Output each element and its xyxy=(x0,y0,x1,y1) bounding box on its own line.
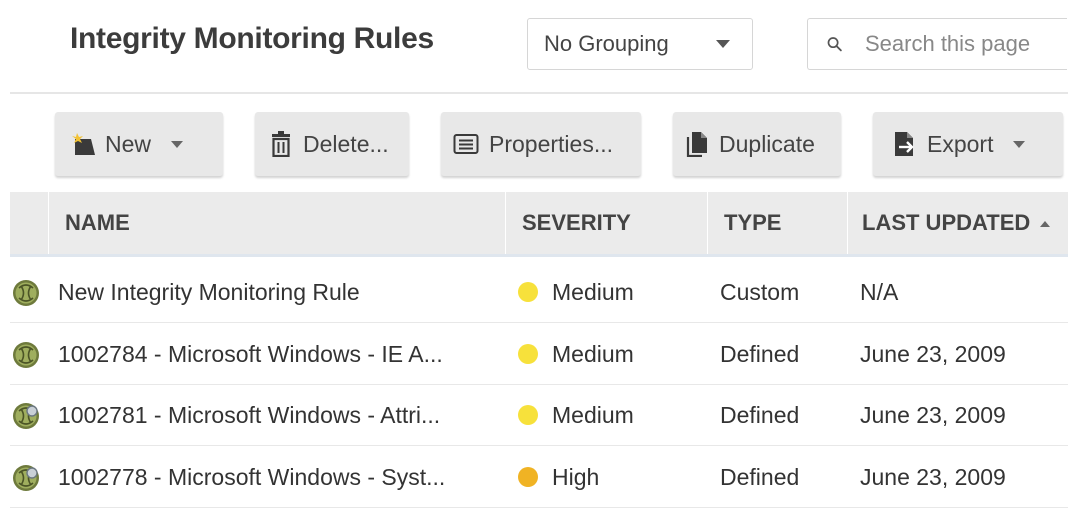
table-row[interactable]: 1002784 - Microsoft Windows - IE A... Me… xyxy=(10,324,1068,385)
last-updated: June 23, 2009 xyxy=(860,402,1006,428)
severity-label: Medium xyxy=(552,279,634,305)
grouping-dropdown[interactable]: No Grouping xyxy=(527,18,753,70)
severity-cell: Medium xyxy=(518,262,634,323)
rule-type: Defined xyxy=(720,402,800,428)
search-icon xyxy=(827,37,842,52)
properties-icon xyxy=(453,134,479,154)
column-header-select xyxy=(10,192,48,254)
last-updated: N/A xyxy=(860,279,899,305)
column-header-severity[interactable]: SEVERITY xyxy=(505,192,707,254)
severity-label: Medium xyxy=(552,402,634,428)
export-button[interactable]: Export xyxy=(873,112,1063,176)
column-header-last-updated[interactable]: LAST UPDATED xyxy=(847,192,1068,254)
severity-label: Medium xyxy=(552,340,634,367)
new-button-label: New xyxy=(105,130,152,157)
duplicate-button-label: Duplicate xyxy=(719,130,815,157)
divider xyxy=(10,92,1068,94)
rule-type: Custom xyxy=(720,279,800,305)
chevron-down-icon xyxy=(171,140,184,148)
duplicate-icon xyxy=(686,132,707,157)
page-title: Integrity Monitoring Rules xyxy=(70,22,434,55)
sort-ascending-icon xyxy=(1040,221,1051,228)
column-header-name[interactable]: NAME xyxy=(48,192,505,254)
delete-button[interactable]: Delete... xyxy=(255,112,409,176)
severity-indicator xyxy=(518,466,538,487)
severity-cell: Medium xyxy=(518,324,634,385)
severity-label: High xyxy=(552,463,600,490)
severity-cell: High xyxy=(518,447,599,508)
duplicate-button[interactable]: Duplicate xyxy=(673,112,841,176)
table-row[interactable]: 1002781 - Microsoft Windows - Attri... M… xyxy=(10,385,1068,446)
severity-cell: Medium xyxy=(518,385,634,446)
table-row[interactable]: 1002778 - Microsoft Windows - Syst... Hi… xyxy=(10,447,1068,508)
column-header-type[interactable]: TYPE xyxy=(707,192,847,254)
properties-button-label: Properties... xyxy=(489,130,613,157)
rule-type: Defined xyxy=(720,463,800,490)
rule-config-icon xyxy=(13,464,39,491)
severity-indicator xyxy=(518,343,538,364)
grouping-value: No Grouping xyxy=(544,31,669,56)
last-updated: June 23, 2009 xyxy=(860,463,1006,490)
trash-icon xyxy=(272,131,290,157)
table-header: NAME SEVERITY TYPE LAST UPDATED xyxy=(10,192,1068,257)
rule-name: 1002781 - Microsoft Windows - Attri... xyxy=(58,402,441,428)
chevron-down-icon xyxy=(1013,140,1026,148)
properties-button[interactable]: Properties... xyxy=(441,112,641,176)
rule-type: Defined xyxy=(720,340,800,367)
severity-indicator xyxy=(518,405,538,426)
table-row[interactable]: New Integrity Monitoring Rule Medium Cus… xyxy=(10,262,1068,323)
new-button[interactable]: New xyxy=(55,112,223,176)
new-rule-icon xyxy=(72,133,95,155)
rule-config-icon xyxy=(13,403,39,429)
search-box[interactable] xyxy=(807,18,1067,70)
last-updated: June 23, 2009 xyxy=(860,340,1006,367)
rule-name: New Integrity Monitoring Rule xyxy=(58,279,360,305)
export-icon xyxy=(895,132,914,156)
rule-icon xyxy=(13,280,39,306)
search-input[interactable] xyxy=(863,30,1067,58)
severity-indicator xyxy=(518,282,538,303)
rule-icon xyxy=(13,341,39,368)
export-button-label: Export xyxy=(927,130,994,157)
rule-name: 1002778 - Microsoft Windows - Syst... xyxy=(58,463,446,490)
delete-button-label: Delete... xyxy=(303,130,389,157)
rule-name: 1002784 - Microsoft Windows - IE A... xyxy=(58,340,443,367)
chevron-down-icon xyxy=(716,40,730,48)
